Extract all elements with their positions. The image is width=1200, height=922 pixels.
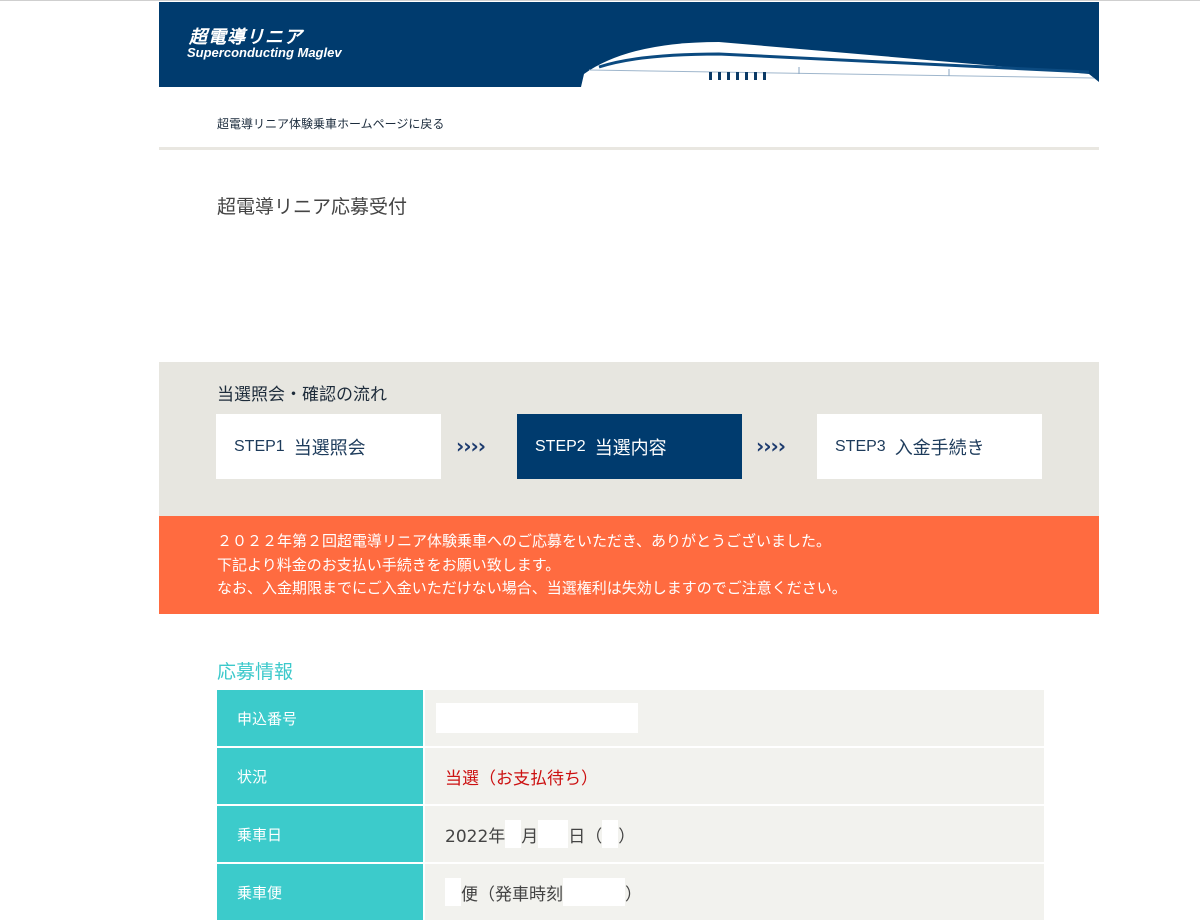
step-number: STEP1 [234,437,285,455]
page-title: 超電導リニア応募受付 [217,196,408,218]
page-container: 超電導リニア Superconducting Maglev 超電導リニア体験乗車… [159,2,1099,922]
application-number-value [425,690,1044,748]
status-value: 当選（お支払待ち） [425,748,1044,806]
step-label: 当選内容 [594,437,667,459]
application-info-heading: 応募情報 [217,661,294,683]
header-banner: 超電導リニア Superconducting Maglev [159,2,1099,87]
notice-line: ２０２２年第２回超電導リニア体験乗車へのご応募をいただき、ありがとうございました… [217,532,831,550]
step-label: 入金手続き [894,437,985,459]
top-border [0,0,1200,1]
table-row: 乗車日 2022年 月 日（ ） [217,806,1044,864]
steps-section: 当選照会・確認の流れ STEP1 当選照会 ›››› STEP2 当選内容 ››… [159,362,1099,516]
redacted-field [505,820,522,848]
back-link-row: 超電導リニア体験乗車ホームページに戻る [159,87,1099,150]
step-arrows-icon: ›››› [756,434,786,458]
application-info-table: 申込番号 状況 当選（お支払待ち） 乗車日 2022年 月 日（ ） 乗車便 便… [217,690,1044,922]
back-to-home-link[interactable]: 超電導リニア体験乗車ホームページに戻る [217,115,444,132]
notice-line: なお、入金期限までにご入金いただけない場合、当選権利は失効しますのでご注意くださ… [217,579,847,597]
redacted-field [563,878,625,906]
steps-heading: 当選照会・確認の流れ [217,385,387,405]
application-number-label: 申込番号 [217,690,423,748]
step-2-active: STEP2 当選内容 [517,414,742,479]
step-arrows-icon: ›››› [456,434,486,458]
redacted-field [445,878,461,906]
status-label: 状況 [217,748,423,806]
step-label: 当選照会 [293,437,366,459]
boarding-date-label: 乗車日 [217,806,423,864]
redacted-field [602,820,619,848]
redacted-field [538,820,569,848]
table-row: 状況 当選（お支払待ち） [217,748,1044,806]
table-row: 乗車便 便（発車時刻 ） [217,864,1044,922]
redacted-field [436,703,638,733]
maglev-train-icon [581,42,1099,87]
train-value: 便（発車時刻 ） [425,864,1044,922]
step-number: STEP3 [835,437,886,455]
table-row: 申込番号 [217,690,1044,748]
notice-line: 下記より料金のお支払い手続きをお願い致します。 [217,555,561,574]
notice-banner: ２０２２年第２回超電導リニア体験乗車へのご応募をいただき、ありがとうございました… [159,516,1099,614]
step-3: STEP3 入金手続き [817,414,1042,479]
step-number: STEP2 [535,437,586,455]
boarding-date-value: 2022年 月 日（ ） [425,806,1044,864]
step-1: STEP1 当選照会 [216,414,441,479]
train-label: 乗車便 [217,864,423,922]
